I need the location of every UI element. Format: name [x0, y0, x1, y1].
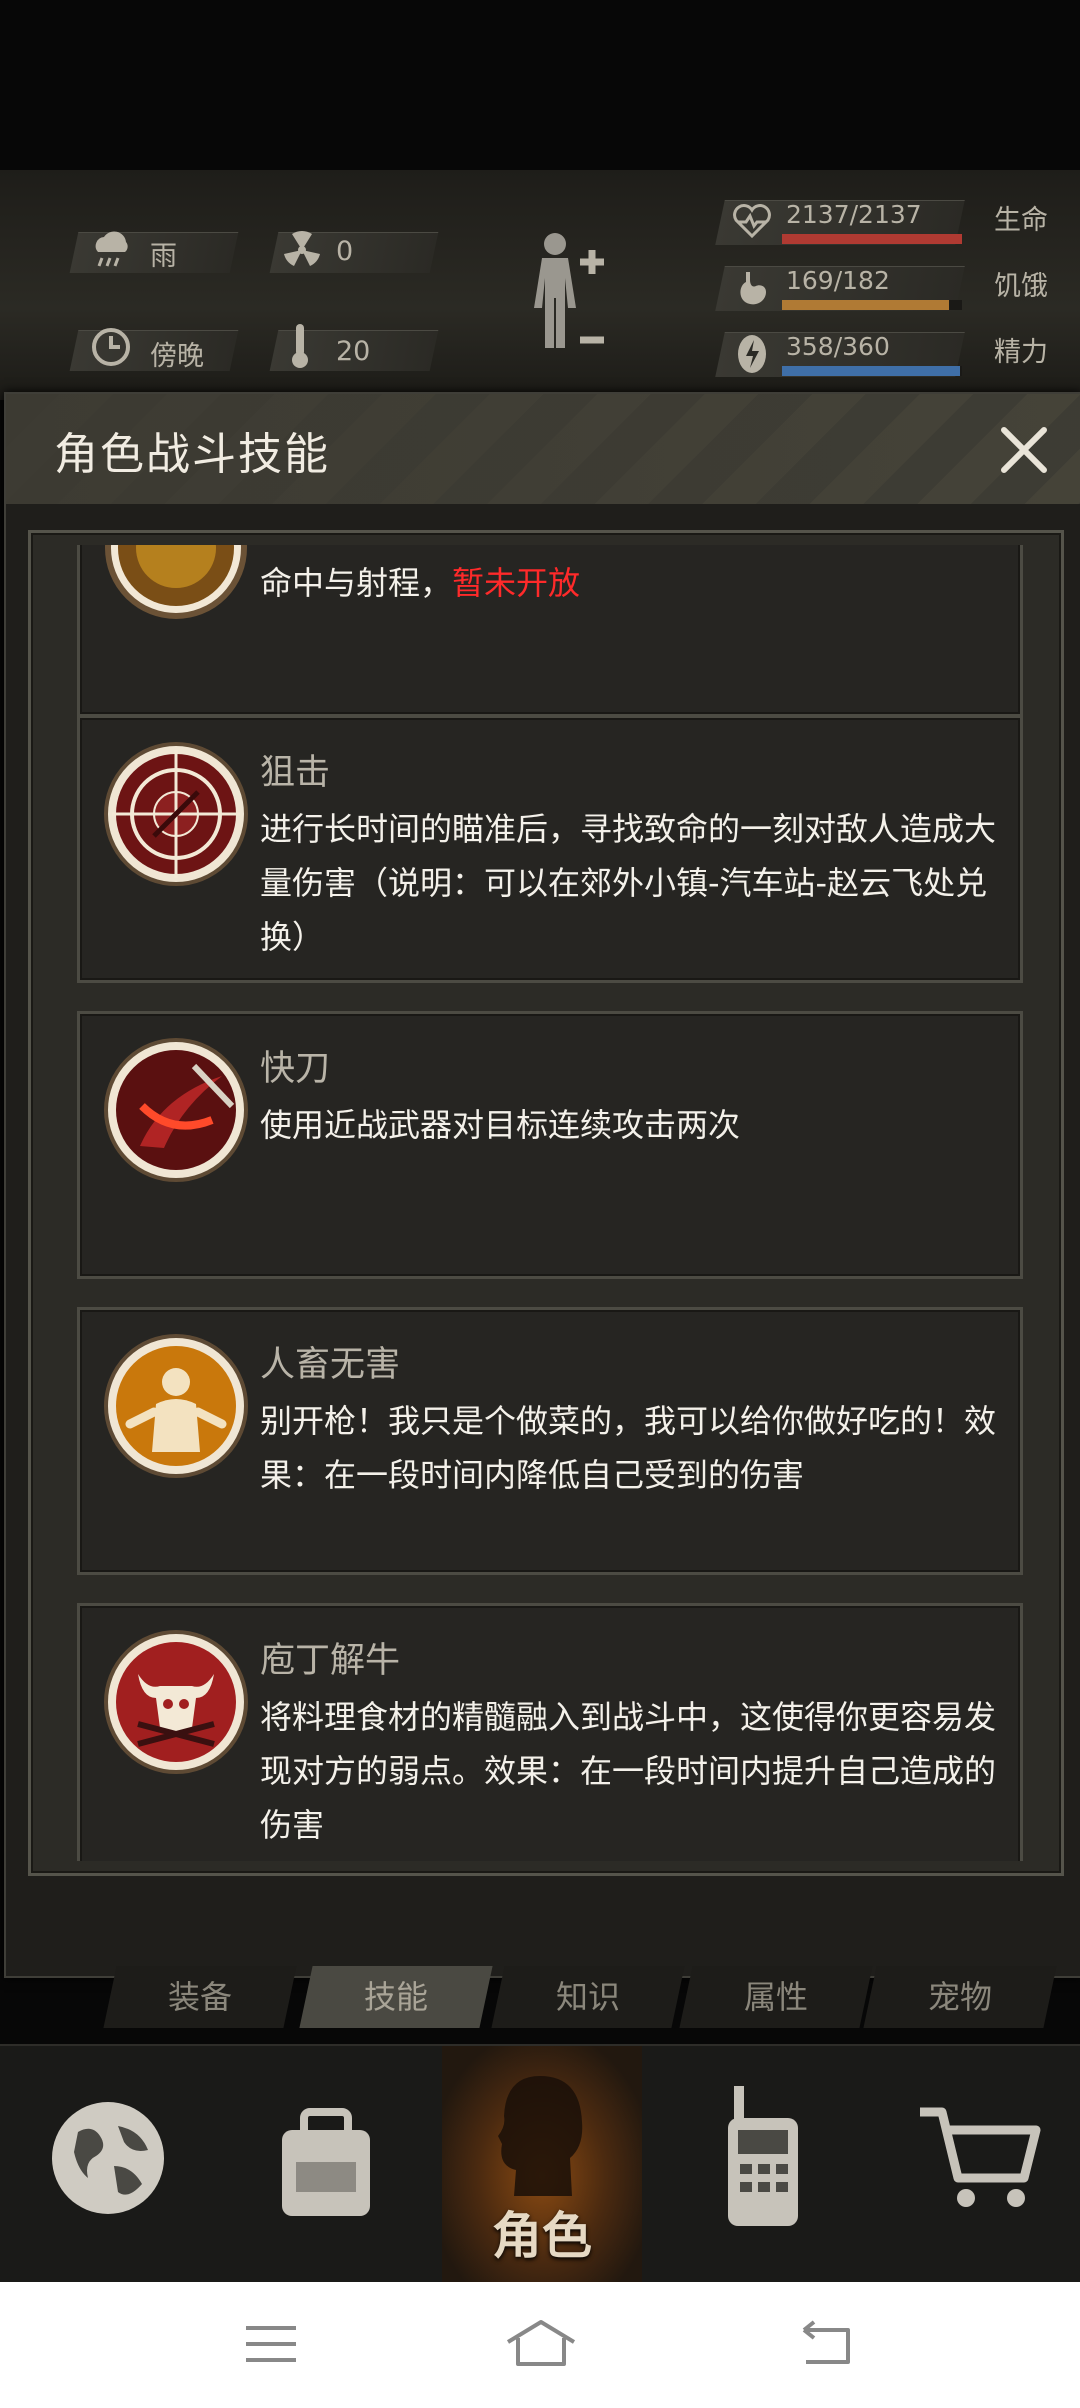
skill-desc: 进行长时间的瞄准后，寻找致命的一刻对敌人造成大量伤害（说明：可以在郊外小镇-汽车… — [260, 810, 997, 956]
tab-pets[interactable]: 宠物 — [863, 1966, 1057, 2028]
skill-list[interactable]: 命中与射程，暂未开放 狙击 进行长时间的瞄准后，寻找致命的一刻对敌人造成大量伤害… — [28, 530, 1064, 1876]
quick-blade-icon — [104, 1038, 248, 1182]
skill-name: 狙击 — [260, 753, 331, 793]
hunger-label: 饥饿 — [994, 271, 1048, 302]
tab-skills[interactable]: 技能 — [299, 1966, 493, 2028]
tab-label: 技能 — [363, 1978, 428, 2016]
skill-card-butcher[interactable]: 庖丁解牛 将料理食材的精髓融入到战斗中，这使得你更容易发现对方的弱点。效果：在一… — [77, 1603, 1023, 1861]
skill-desc: 使用近战武器对目标连续攻击两次 — [260, 1106, 741, 1144]
thermometer-icon — [292, 324, 308, 368]
menu-icon[interactable] — [244, 2322, 298, 2366]
nav-character-button[interactable]: 角色 — [442, 2046, 642, 2282]
nav-character-label: 角色 — [492, 2207, 592, 2265]
nav-shop-button[interactable] — [878, 2046, 1078, 2282]
tab-label: 知识 — [555, 1978, 620, 2016]
skill-name: 庖丁解牛 — [260, 1641, 401, 1681]
health-label: 生命 — [994, 205, 1048, 236]
tab-attributes[interactable]: 属性 — [679, 1966, 873, 2028]
character-head-icon — [498, 2076, 583, 2196]
globe-icon — [52, 2102, 164, 2214]
close-icon[interactable] — [998, 424, 1050, 476]
tab-label: 装备 — [167, 1978, 232, 2016]
stomach-icon — [740, 272, 766, 305]
energy-label: 精力 — [994, 337, 1048, 368]
tab-label: 宠物 — [927, 1978, 992, 2016]
skill-card-aim[interactable]: 命中与射程，暂未开放 — [77, 545, 1023, 717]
shopping-cart-icon — [920, 2107, 1041, 2207]
skill-card-harmless[interactable]: 人畜无害 别开枪！我只是个做菜的，我可以给你做好吃的！效果：在一段时间内降低自己… — [77, 1307, 1023, 1575]
sniper-crosshair-icon — [104, 742, 248, 886]
hunger-bar — [782, 300, 962, 310]
time-text: 傍晚 — [150, 341, 204, 372]
bull-skull-knives-icon — [104, 1630, 248, 1774]
clock-icon — [92, 328, 130, 366]
hunger-value: 169/182 — [786, 266, 890, 295]
combat-skills-dialog: 角色战斗技能 命中与射程，暂未开放 狙击 进行长时间的瞄准后，寻找致命的一刻对敌… — [4, 392, 1080, 1978]
energy-bar — [782, 366, 962, 376]
weather-text: 雨 — [150, 241, 177, 272]
radiation-icon — [284, 230, 320, 266]
skill-list-viewport: 命中与射程，暂未开放 狙击 进行长时间的瞄准后，寻找致命的一刻对敌人造成大量伤害… — [31, 545, 1061, 1861]
tab-equipment[interactable]: 装备 — [103, 1966, 297, 2028]
skill-desc: 别开枪！我只是个做菜的，我可以给你做好吃的！效果：在一段时间内降低自己受到的伤害 — [260, 1402, 997, 1494]
skill-desc: 将料理食材的精髓融入到战斗中，这使得你更容易发现对方的弱点。效果：在一段时间内提… — [260, 1698, 997, 1844]
temperature-text: 20 — [336, 336, 371, 367]
character-tabs: 装备 技能 知识 属性 宠物 — [103, 1966, 1057, 2030]
status-hud: 雨 0 傍晚 20 2137/2137 生命 169/182 饥饿 358/36… — [0, 170, 1080, 400]
energy-bar-fill — [782, 366, 961, 376]
home-icon[interactable] — [504, 2316, 578, 2370]
skill-name: 人畜无害 — [260, 1345, 401, 1385]
energy-icon — [738, 335, 766, 373]
backpack-icon — [282, 2108, 370, 2216]
harmless-cook-icon — [104, 1334, 248, 1478]
walkie-talkie-icon — [728, 2086, 798, 2226]
body-status-icon[interactable] — [520, 228, 620, 378]
nav-world-button[interactable] — [8, 2046, 208, 2282]
aim-skill-icon — [105, 545, 247, 619]
health-bar-fill — [782, 234, 962, 244]
back-icon[interactable] — [796, 2318, 854, 2368]
not-open-notice: 暂未开放 — [452, 564, 581, 602]
skill-desc-text: 命中与射程， — [260, 564, 453, 602]
heart-icon — [733, 204, 771, 239]
rain-cloud-icon — [95, 231, 128, 267]
skill-name: 快刀 — [260, 1049, 331, 1089]
skill-card-sniper[interactable]: 狙击 进行长时间的瞄准后，寻找致命的一刻对敌人造成大量伤害（说明：可以在郊外小镇… — [77, 715, 1023, 983]
tab-knowledge[interactable]: 知识 — [491, 1966, 685, 2028]
health-value: 2137/2137 — [786, 200, 922, 229]
system-navigation-bar — [0, 2282, 1080, 2408]
health-bar — [782, 234, 962, 244]
tab-label: 属性 — [743, 1978, 808, 2016]
skill-card-quick-blade[interactable]: 快刀 使用近战武器对目标连续攻击两次 — [77, 1011, 1023, 1279]
nav-radio-button[interactable] — [662, 2046, 862, 2282]
radiation-text: 0 — [336, 236, 354, 267]
nav-inventory-button[interactable] — [226, 2046, 426, 2282]
skill-desc: 命中与射程，暂未开放 — [260, 556, 1000, 610]
hunger-bar-fill — [782, 300, 950, 310]
energy-value: 358/360 — [786, 332, 890, 361]
dialog-title: 角色战斗技能 — [54, 429, 330, 480]
main-bottom-nav: 角色 — [0, 2044, 1080, 2282]
